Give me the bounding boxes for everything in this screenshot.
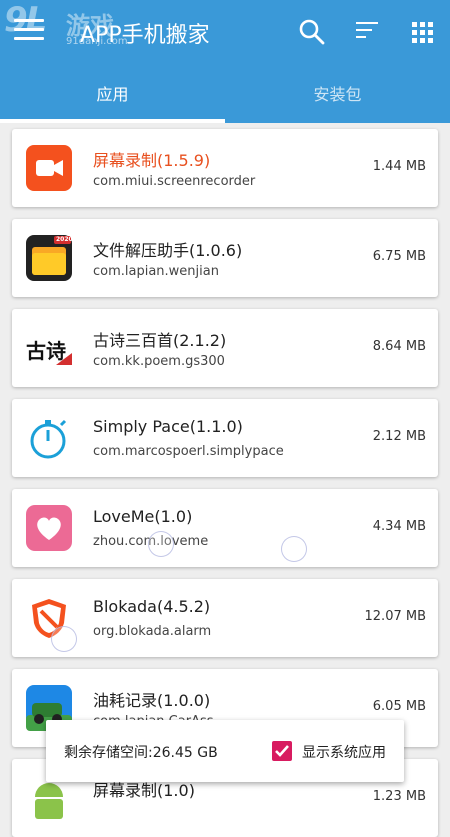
app-size: 1.44 MB bbox=[372, 159, 426, 174]
show-system-checkbox[interactable] bbox=[272, 741, 292, 761]
grid-view-icon[interactable] bbox=[412, 22, 434, 44]
sort-icon[interactable] bbox=[356, 22, 378, 42]
tab-packages[interactable]: 安装包 bbox=[225, 66, 450, 123]
tab-apps[interactable]: 应用 bbox=[0, 66, 225, 123]
app-card[interactable]: 古诗 古诗三百首(2.1.2) com.kk.poem.gs300 8.64 M… bbox=[12, 309, 438, 387]
app-card[interactable]: 2020 文件解压助手(1.0.6) com.lapian.wenjian 6.… bbox=[12, 219, 438, 297]
app-package: com.miui.screenrecorder bbox=[93, 174, 256, 189]
menu-icon[interactable] bbox=[14, 19, 44, 45]
video-camera-icon bbox=[26, 145, 72, 191]
app-card[interactable]: Simply Pace(1.1.0) com.marcospoerl.simpl… bbox=[12, 399, 438, 477]
touch-indicator bbox=[281, 536, 307, 562]
folder-badge-label: 2020 bbox=[56, 236, 73, 243]
touch-indicator bbox=[148, 531, 174, 557]
poem-icon: 古诗 bbox=[26, 325, 72, 371]
app-bar: 9L 游戏 91danji.com APP手机搬家 应用 安装包 bbox=[0, 0, 450, 123]
app-size: 1.23 MB bbox=[372, 789, 426, 804]
app-title: APP手机搬家 bbox=[80, 23, 210, 48]
app-size: 8.64 MB bbox=[372, 339, 426, 354]
tab-indicator bbox=[0, 119, 225, 123]
app-name: 古诗三百首(2.1.2) bbox=[93, 331, 227, 350]
heart-icon bbox=[26, 505, 72, 551]
app-name: 油耗记录(1.0.0) bbox=[93, 691, 211, 710]
check-icon bbox=[275, 745, 289, 757]
app-name: 屏幕录制(1.5.9) bbox=[93, 151, 211, 170]
touch-indicator bbox=[51, 626, 77, 652]
show-system-label[interactable]: 显示系统应用 bbox=[302, 742, 386, 762]
app-card[interactable]: LoveMe(1.0) zhou.com.loveme 4.34 MB bbox=[12, 489, 438, 567]
folder-icon: 2020 bbox=[26, 235, 73, 281]
app-name: 文件解压助手(1.0.6) bbox=[93, 241, 243, 260]
tab-bar: 应用 安装包 bbox=[0, 66, 450, 123]
storage-bar: 剩余存储空间:26.45 GB 显示系统应用 bbox=[46, 720, 404, 782]
storage-text: 剩余存储空间:26.45 GB bbox=[64, 745, 218, 761]
app-name: Simply Pace(1.1.0) bbox=[93, 417, 243, 436]
toolbar: 9L 游戏 91danji.com APP手机搬家 bbox=[0, 0, 450, 66]
search-icon[interactable] bbox=[298, 18, 326, 46]
app-size: 2.12 MB bbox=[372, 429, 426, 444]
app-package: com.lapian.wenjian bbox=[93, 264, 219, 279]
app-size: 6.75 MB bbox=[372, 249, 426, 264]
app-package: org.blokada.alarm bbox=[93, 624, 212, 639]
app-name: Blokada(4.5.2) bbox=[93, 597, 211, 616]
app-size: 12.07 MB bbox=[364, 609, 426, 624]
app-card[interactable]: Blokada(4.5.2) org.blokada.alarm 12.07 M… bbox=[12, 579, 438, 657]
app-package: com.marcospoerl.simplypace bbox=[93, 444, 284, 459]
app-size: 4.34 MB bbox=[372, 519, 426, 534]
app-package: com.kk.poem.gs300 bbox=[93, 354, 225, 369]
app-size: 6.05 MB bbox=[372, 699, 426, 714]
app-name: LoveMe(1.0) bbox=[93, 507, 193, 526]
app-card[interactable]: 屏幕录制(1.5.9) com.miui.screenrecorder 1.44… bbox=[12, 129, 438, 207]
stopwatch-icon bbox=[26, 415, 72, 461]
